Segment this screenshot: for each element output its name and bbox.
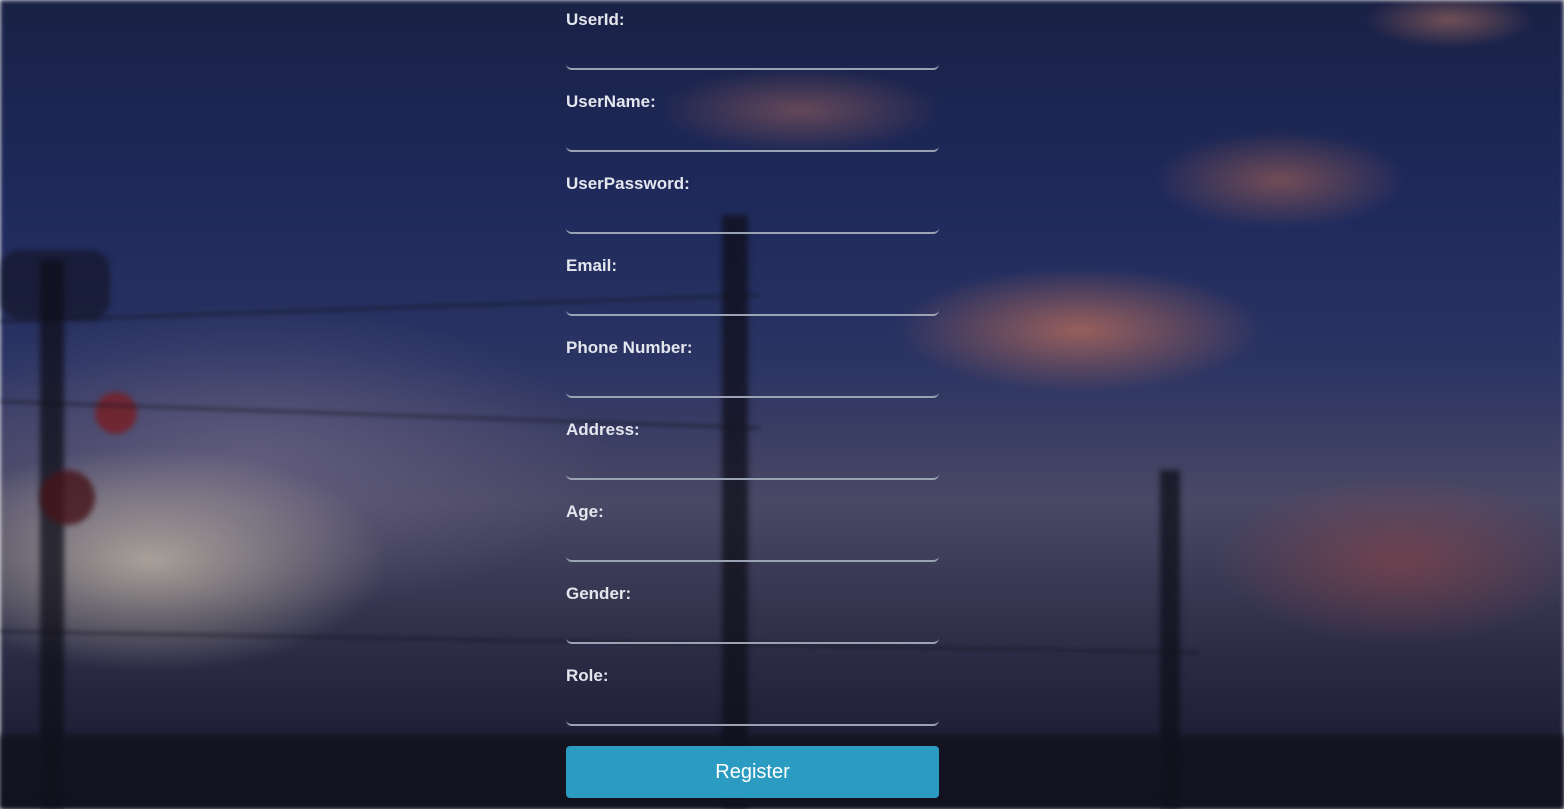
username-label: UserName:	[566, 92, 656, 111]
email-field-group: Email:	[566, 246, 939, 328]
role-label: Role:	[566, 666, 609, 685]
userpassword-field-group: UserPassword:	[566, 164, 939, 246]
age-input[interactable]	[566, 526, 939, 562]
userid-label: UserId:	[566, 10, 625, 29]
role-input[interactable]	[566, 690, 939, 726]
background-signal-light	[40, 470, 95, 525]
phone-number-input[interactable]	[566, 362, 939, 398]
email-input[interactable]	[566, 280, 939, 316]
background-signal-light	[95, 392, 137, 434]
role-field-group: Role:	[566, 656, 939, 738]
userid-field-group: UserId:	[566, 0, 939, 82]
gender-label: Gender:	[566, 584, 632, 603]
userpassword-label: UserPassword:	[566, 174, 690, 193]
username-field-group: UserName:	[566, 82, 939, 164]
registration-form: UserId: UserName: UserPassword: Email: P…	[566, 0, 939, 798]
address-label: Address:	[566, 420, 640, 439]
address-input[interactable]	[566, 444, 939, 480]
userid-input[interactable]	[566, 34, 939, 70]
address-field-group: Address:	[566, 410, 939, 492]
username-input[interactable]	[566, 116, 939, 152]
phone-number-label: Phone Number:	[566, 338, 693, 357]
register-button[interactable]: Register	[566, 746, 939, 798]
phone-number-field-group: Phone Number:	[566, 328, 939, 410]
background-pole	[40, 260, 64, 809]
userpassword-input[interactable]	[566, 198, 939, 234]
age-field-group: Age:	[566, 492, 939, 574]
gender-input[interactable]	[566, 608, 939, 644]
email-label: Email:	[566, 256, 618, 275]
background-crossing-sign	[0, 250, 110, 320]
age-label: Age:	[566, 502, 604, 521]
gender-field-group: Gender:	[566, 574, 939, 656]
